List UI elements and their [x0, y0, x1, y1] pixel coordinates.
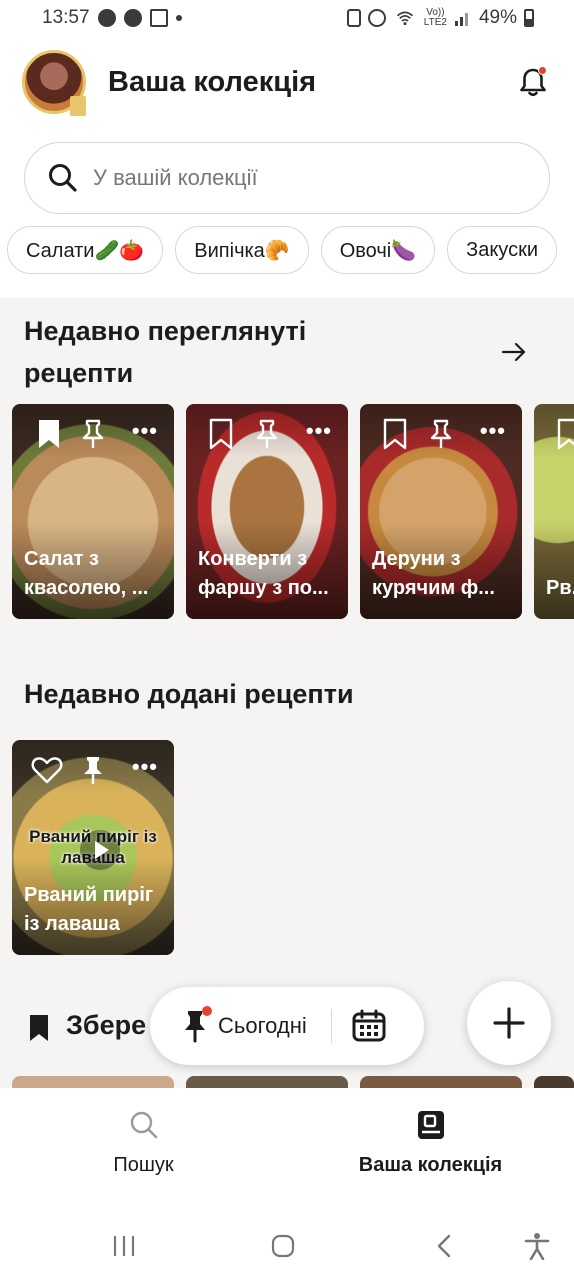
bookmark-icon[interactable]	[554, 418, 574, 450]
pin-icon[interactable]	[78, 754, 108, 786]
accessibility-icon[interactable]	[524, 1232, 550, 1260]
back-icon[interactable]	[434, 1234, 454, 1258]
recipe-card-name: Конверти з фаршу з по...	[198, 548, 329, 599]
system-navigation	[0, 1210, 574, 1280]
plus-icon	[493, 1007, 525, 1039]
calendar-icon[interactable]	[352, 1009, 386, 1043]
header: Ваша колекція Салати🥒🍅 Випічка🥐 Овочі🍆 З…	[0, 36, 574, 298]
pin-icon[interactable]	[78, 418, 108, 450]
bottom-navigation: Пошук Ваша колекція	[0, 1088, 574, 1210]
recipe-card[interactable]: Рв... із л...	[534, 404, 574, 619]
chip-salads[interactable]: Салати🥒🍅	[7, 226, 164, 274]
search-icon	[49, 164, 77, 192]
collection-book-icon	[417, 1111, 444, 1139]
chip-vegetables[interactable]: Овочі🍆	[320, 226, 436, 274]
bookmark-icon[interactable]	[34, 418, 64, 450]
status-left: 13:57	[42, 7, 182, 29]
alarm-icon	[367, 9, 386, 27]
more-icon[interactable]: •••	[132, 756, 158, 778]
nav-collection-label: Ваша колекція	[358, 1154, 503, 1176]
search-icon	[130, 1111, 157, 1139]
filter-chips: Салати🥒🍅 Випічка🥐 Овочі🍆 Закуски	[7, 226, 557, 274]
status-time: 13:57	[42, 7, 90, 28]
recent-viewed-title: Недавно переглянуті рецепти	[24, 316, 307, 388]
today-plan-bar[interactable]: Сьогодні	[150, 987, 424, 1065]
more-notifications-icon	[175, 15, 182, 21]
saved-title: Збере	[66, 1010, 147, 1040]
more-icon[interactable]: •••	[480, 420, 506, 442]
nav-search-label: Пошук	[113, 1154, 174, 1176]
recipe-card-name: Деруни з курячим ф...	[372, 548, 495, 599]
bookmark-icon[interactable]	[380, 418, 410, 450]
nav-collection[interactable]: Ваша колекція	[287, 1088, 574, 1210]
recipe-card[interactable]: ••• Конверти з фаршу з по...	[186, 404, 348, 619]
volte-indicator: Vo)) LTE2	[423, 7, 447, 28]
play-icon[interactable]	[80, 830, 120, 870]
today-label[interactable]: Сьогодні	[218, 1013, 307, 1039]
chip-baking[interactable]: Випічка🥐	[175, 226, 309, 274]
pin-icon[interactable]	[426, 418, 456, 450]
home-icon[interactable]	[271, 1234, 295, 1258]
recipe-card[interactable]: ••• Рваний пиріг із лаваша Рваний пиріг …	[12, 740, 174, 955]
status-right: Vo)) LTE2 49%	[346, 7, 534, 29]
battery-icon	[524, 9, 534, 27]
notification-dot	[202, 1006, 212, 1016]
status-bar: 13:57 Vo)) LTE2 49%	[0, 0, 574, 36]
bookmark-icon[interactable]	[206, 418, 236, 450]
recipe-card-name: Рв... із л...	[546, 577, 574, 599]
divider	[330, 1009, 333, 1043]
signal-icon	[454, 13, 468, 26]
recipe-card[interactable]: ••• Деруни з курячим ф...	[360, 404, 522, 619]
recipe-card-name: Рваний пиріг із лаваша	[24, 884, 154, 935]
recipe-card-name: Салат з квасолею, ...	[24, 548, 149, 599]
bookmark-icon	[30, 1015, 48, 1041]
page-title: Ваша колекція	[108, 66, 317, 98]
pin-icon[interactable]	[252, 418, 282, 450]
search-bar[interactable]	[24, 142, 550, 214]
battery-percent: 49%	[478, 7, 517, 28]
recent-added-title: Недавно додані рецепти	[24, 679, 354, 709]
recipe-card[interactable]: ••• Салат з квасолею, ...	[12, 404, 174, 619]
wifi-icon	[396, 11, 413, 26]
notification-icon	[123, 9, 142, 27]
notification-dot	[538, 66, 547, 75]
notification-icon	[97, 9, 116, 27]
lock-icon	[346, 9, 361, 27]
avatar-badge-icon	[70, 96, 86, 116]
nav-search[interactable]: Пошук	[0, 1088, 287, 1210]
image-icon	[149, 9, 168, 27]
more-icon[interactable]: •••	[132, 420, 158, 442]
recent-apps-icon[interactable]	[112, 1234, 136, 1258]
more-icon[interactable]: •••	[306, 420, 332, 442]
heart-icon[interactable]	[30, 754, 64, 786]
arrow-right-icon[interactable]	[500, 338, 528, 366]
search-input[interactable]	[93, 165, 513, 191]
add-recipe-button[interactable]	[467, 981, 551, 1065]
chip-snacks[interactable]: Закуски	[447, 226, 557, 274]
